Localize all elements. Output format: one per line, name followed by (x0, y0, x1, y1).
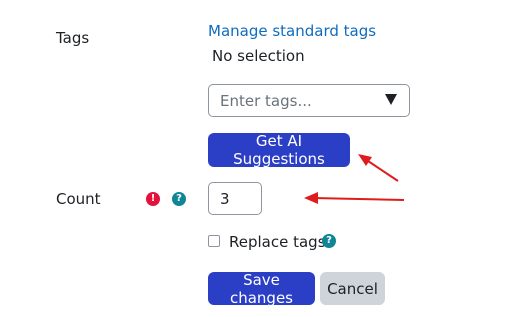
arrow-to-ai-button (358, 154, 399, 182)
arrow-to-count-input (304, 192, 405, 204)
annotation-arrows (304, 154, 405, 204)
